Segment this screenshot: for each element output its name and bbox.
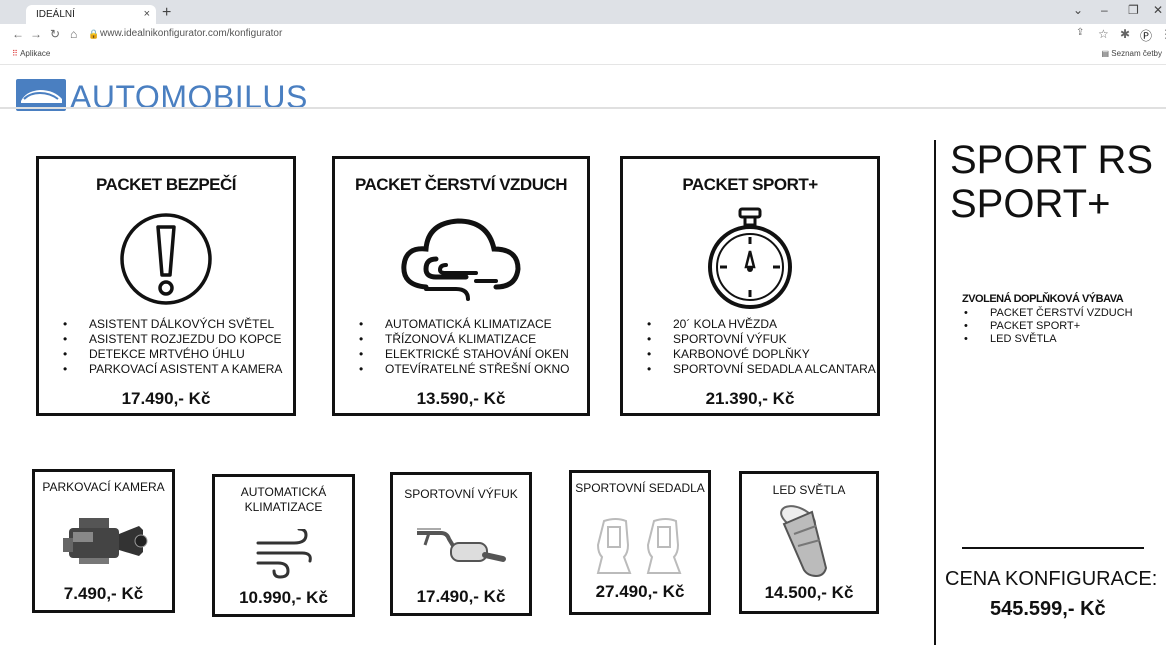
packet-title: PACKET SPORT+ (682, 175, 818, 194)
flashlight-icon (774, 504, 844, 585)
bookmark-star-icon[interactable]: ☆ (1098, 27, 1109, 41)
summary-divider (934, 140, 936, 645)
option-card-sportovni-sedadla[interactable]: SPORTOVNÍ SEDADLA 27.490,- Kč (569, 470, 711, 615)
option-price: 27.490,- Kč (595, 582, 685, 601)
list-item: SPORTOVNÍ VÝFUK (647, 332, 876, 347)
list-item: SPORTOVNÍ SEDADLA ALCANTARA (647, 362, 876, 377)
close-window-button[interactable]: ✕ (1153, 3, 1163, 17)
car-logo-icon (16, 79, 66, 116)
list-item: PARKOVACÍ ASISTENT A KAMERA (63, 362, 282, 377)
apps-label: Aplikace (20, 49, 51, 58)
option-card-sportovni-vyfuk[interactable]: SPORTOVNÍ VÝFUK 17.490,- Kč (390, 472, 532, 616)
packet-price: 17.490,- Kč (121, 389, 211, 408)
bookmarks-bar (0, 46, 1166, 65)
url-field[interactable]: www.idealnikonfigurator.com/konfigurator (100, 28, 282, 39)
lock-icon: 🔒 (88, 29, 100, 39)
total-price-label: CENA KONFIGURACE: (945, 568, 1158, 590)
packet-feature-list: 20´ KOLA HVĚZDA SPORTOVNÍ VÝFUK KARBONOV… (643, 317, 876, 377)
option-card-automaticka-klimatizace[interactable]: AUTOMATICKÁ KLIMATIZACE 10.990,- Kč (212, 474, 355, 617)
wind-icon (254, 527, 314, 584)
exhaust-icon (411, 511, 511, 576)
packet-title: PACKET BEZPEČÍ (95, 175, 237, 194)
option-title: LED SVĚTLA (772, 483, 846, 497)
option-price: 14.500,- Kč (764, 583, 854, 602)
model-name: SPORT RS (950, 138, 1154, 182)
seat-icon (590, 517, 690, 584)
tab-close-icon[interactable]: × (144, 5, 150, 24)
packet-card-bezpeci[interactable]: PACKET BEZPEČÍ ASISTENT DÁLKOVÝCH SVĚTEL… (36, 156, 296, 416)
selected-equipment-list: PACKET ČERSTVÍ VZDUCH PACKET SPORT+ LED … (962, 307, 1133, 346)
option-card-parkovaci-kamera[interactable]: PARKOVACÍ KAMERA 7.490,- Kč (32, 469, 175, 613)
minimize-button[interactable]: – (1101, 3, 1108, 17)
reload-icon[interactable]: ↻ (50, 27, 60, 41)
tab-search-icon[interactable]: ⌄ (1073, 3, 1083, 17)
packet-card-sport-plus[interactable]: PACKET SPORT+ 20´ KOLA HVĚZDA SPORTOVNÍ … (620, 156, 880, 416)
option-title: SPORTOVNÍ SEDADLA (575, 481, 705, 495)
profile-icon[interactable]: Ⓟ (1140, 27, 1152, 44)
packet-price: 21.390,- Kč (705, 389, 795, 408)
browser-tab[interactable]: IDEÁLNÍ KONFIGURÁTOR × (26, 5, 156, 39)
total-price-value: 545.599,- Kč (990, 598, 1106, 620)
home-icon[interactable]: ⌂ (70, 27, 77, 41)
option-card-led-svetla[interactable]: LED SVĚTLA 14.500,- Kč (739, 471, 879, 614)
list-item: ELEKTRICKÉ STAHOVÁNÍ OKEN (359, 347, 569, 362)
list-item: LED SVĚTLA (964, 333, 1133, 346)
option-title: AUTOMATICKÁ KLIMATIZACE (240, 485, 327, 514)
list-item: AUTOMATICKÁ KLIMATIZACE (359, 317, 569, 332)
list-item: OTEVÍRATELNÉ STŘEŠNÍ OKNO (359, 362, 570, 377)
option-price: 17.490,- Kč (416, 587, 506, 606)
brand-name[interactable]: AUTOMOBILUS (70, 79, 308, 116)
cloud-wind-icon (396, 209, 526, 314)
option-title: SPORTOVNÍ VÝFUK (404, 487, 518, 501)
option-price: 7.490,- Kč (63, 584, 144, 603)
option-price: 10.990,- Kč (239, 588, 328, 607)
packet-title: PACKET ČERSTVÍ VZDUCH (354, 175, 568, 194)
maximize-button[interactable]: ❐ (1128, 3, 1139, 17)
list-item: 20´ KOLA HVĚZDA (647, 317, 876, 332)
list-item: TŘÍZONOVÁ KLIMATIZACE (359, 332, 569, 347)
apps-grid-icon: ⠿ (12, 49, 18, 58)
packet-card-cerstvi-vzduch[interactable]: PACKET ČERSTVÍ VZDUCH AUTOMATICKÁ KLIMAT… (332, 156, 590, 416)
list-item: ASISTENT ROZJEZDU DO KOPCE (63, 332, 282, 347)
reading-list-label: Seznam četby (1111, 49, 1162, 58)
list-item: PACKET ČERSTVÍ VZDUCH (964, 307, 1133, 320)
menu-icon[interactable]: ⋮ (1160, 27, 1166, 41)
packet-feature-list: AUTOMATICKÁ KLIMATIZACE TŘÍZONOVÁ KLIMAT… (355, 317, 570, 377)
list-item: PACKET SPORT+ (964, 320, 1133, 333)
forward-icon[interactable]: → (30, 27, 42, 41)
stopwatch-icon (700, 207, 800, 316)
packet-feature-list: ASISTENT DÁLKOVÝCH SVĚTEL ASISTENT ROZJE… (59, 317, 282, 377)
browser-tab-bar (0, 0, 1166, 24)
list-item: ASISTENT DÁLKOVÝCH SVĚTEL (63, 317, 282, 332)
option-title: PARKOVACÍ KAMERA (42, 480, 165, 494)
reading-list[interactable]: ▤ Seznam četby (1102, 49, 1163, 58)
total-separator (962, 547, 1144, 549)
model-variant: SPORT+ (950, 182, 1111, 226)
warning-icon (116, 209, 216, 314)
list-item: DETEKCE MRTVÉHO ÚHLU (63, 347, 282, 362)
selected-equipment-title: ZVOLENÁ DOPLŇKOVÁ VÝBAVA (962, 293, 1124, 305)
apps-shortcut[interactable]: ⠿ Aplikace (12, 49, 50, 58)
header-divider (0, 107, 1166, 109)
list-item: KARBONOVÉ DOPLŇKY (647, 347, 876, 362)
share-icon[interactable]: ⇪ (1076, 27, 1084, 38)
reading-list-icon: ▤ (1101, 49, 1110, 58)
camera-icon (59, 508, 149, 575)
new-tab-button[interactable]: + (162, 4, 171, 22)
back-icon[interactable]: ← (12, 27, 24, 41)
packet-price: 13.590,- Kč (416, 389, 506, 408)
extensions-icon[interactable]: ✱ (1120, 27, 1130, 41)
